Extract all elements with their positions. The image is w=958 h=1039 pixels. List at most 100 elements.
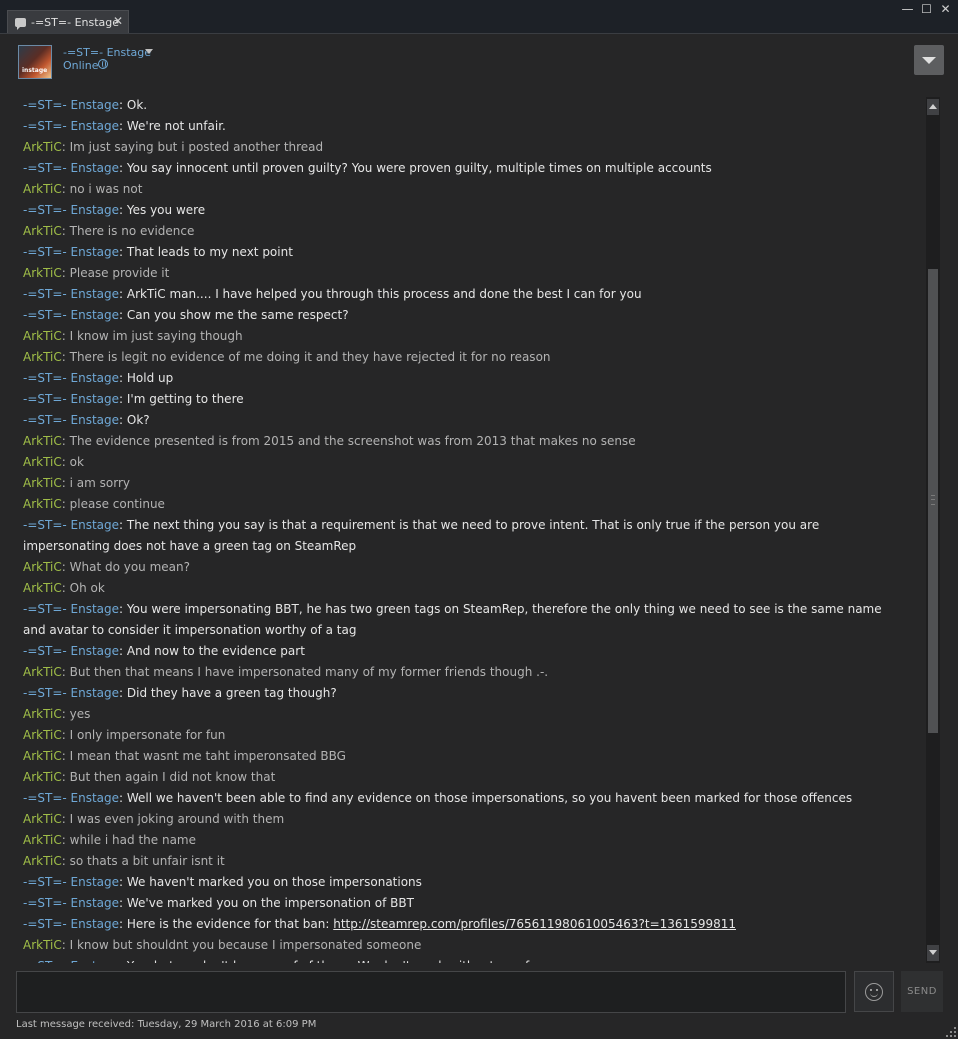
- message-sender[interactable]: ArkTiC: [23, 266, 62, 280]
- message-sender[interactable]: ArkTiC: [23, 182, 62, 196]
- message-link[interactable]: http://steamrep.com/profiles/76561198061…: [333, 917, 736, 931]
- chat-options-menu-button[interactable]: [914, 45, 944, 75]
- sender-separator: :: [61, 749, 70, 763]
- message-text: You say innocent until proven guilty? Yo…: [126, 161, 712, 175]
- message-sender[interactable]: ArkTiC: [23, 350, 62, 364]
- sender-separator: :: [61, 140, 70, 154]
- message-sender[interactable]: ArkTiC: [23, 140, 62, 154]
- chat-message: -=ST=- Enstage: Hold up: [23, 368, 903, 389]
- message-sender[interactable]: -=ST=- Enstage: [23, 371, 119, 385]
- message-text: Here is the evidence for that ban:: [126, 917, 334, 931]
- message-sender[interactable]: -=ST=- Enstage: [23, 392, 119, 406]
- message-sender[interactable]: ArkTiC: [23, 938, 62, 952]
- maximize-button[interactable]: ☐: [920, 3, 933, 16]
- sender-separator: :: [119, 875, 127, 889]
- message-text: What do you mean?: [69, 560, 191, 574]
- message-sender[interactable]: -=ST=- Enstage: [23, 98, 119, 112]
- send-button[interactable]: SEND: [901, 971, 943, 1012]
- scroll-up-icon[interactable]: [927, 99, 939, 115]
- message-sender[interactable]: ArkTiC: [23, 329, 62, 343]
- message-sender[interactable]: ArkTiC: [23, 434, 62, 448]
- message-sender[interactable]: ArkTiC: [23, 749, 62, 763]
- message-sender[interactable]: ArkTiC: [23, 728, 62, 742]
- sender-separator: :: [119, 518, 127, 532]
- message-sender[interactable]: -=ST=- Enstage: [23, 875, 119, 889]
- message-input[interactable]: [16, 971, 846, 1013]
- message-text: yes: [69, 707, 91, 721]
- title-bar: -=ST=- Enstage ✕ — ☐ ✕: [0, 0, 958, 34]
- sender-separator: :: [119, 245, 127, 259]
- message-sender[interactable]: -=ST=- Enstage: [23, 203, 119, 217]
- sender-separator: :: [61, 266, 70, 280]
- chat-message: ArkTiC: Im just saying but i posted anot…: [23, 137, 903, 158]
- message-sender[interactable]: ArkTiC: [23, 707, 62, 721]
- chat-message: ArkTiC: I know im just saying though: [23, 326, 903, 347]
- message-sender[interactable]: -=ST=- Enstage: [23, 602, 119, 616]
- message-sender[interactable]: -=ST=- Enstage: [23, 644, 119, 658]
- message-sender[interactable]: -=ST=- Enstage: [23, 119, 119, 133]
- message-sender[interactable]: ArkTiC: [23, 455, 62, 469]
- message-sender[interactable]: ArkTiC: [23, 854, 62, 868]
- sender-separator: :: [119, 119, 127, 133]
- close-window-button[interactable]: ✕: [939, 3, 952, 16]
- message-text: Yes you were: [126, 203, 206, 217]
- avatar[interactable]: instage: [18, 45, 52, 79]
- chat-message: ArkTiC: I only impersonate for fun: [23, 725, 903, 746]
- friend-name[interactable]: -=ST=- Enstage: [63, 46, 151, 59]
- resize-grip-icon[interactable]: [946, 1027, 956, 1037]
- message-text: There is legit no evidence of me doing i…: [69, 350, 551, 364]
- message-sender[interactable]: -=ST=- Enstage: [23, 791, 119, 805]
- chat-scrollbar[interactable]: [926, 97, 940, 963]
- message-sender[interactable]: -=ST=- Enstage: [23, 308, 119, 322]
- tab-title: -=ST=- Enstage: [31, 15, 120, 29]
- tab-close-icon[interactable]: ✕: [113, 14, 123, 28]
- chat-message: ArkTiC: i am sorry: [23, 473, 903, 494]
- scroll-down-icon[interactable]: [927, 945, 939, 961]
- sender-separator: :: [119, 308, 127, 322]
- chat-message: ArkTiC: Oh ok: [23, 578, 903, 599]
- message-sender[interactable]: ArkTiC: [23, 560, 62, 574]
- message-text: Ok?: [126, 413, 150, 427]
- message-sender[interactable]: -=ST=- Enstage: [23, 413, 119, 427]
- message-sender[interactable]: ArkTiC: [23, 833, 62, 847]
- message-sender[interactable]: -=ST=- Enstage: [23, 917, 119, 931]
- friend-dropdown-icon[interactable]: [145, 49, 153, 54]
- message-text: Can you show me the same respect?: [126, 308, 349, 322]
- emoticon-button[interactable]: [854, 971, 894, 1012]
- chat-message: -=ST=- Enstage: Yes you were: [23, 200, 903, 221]
- chat-log[interactable]: -=ST=- Enstage: Ok. -=ST=- Enstage: We're…: [0, 95, 926, 963]
- message-sender[interactable]: ArkTiC: [23, 812, 62, 826]
- message-sender[interactable]: ArkTiC: [23, 581, 62, 595]
- chat-message: -=ST=- Enstage: ArkTiC man.... I have he…: [23, 284, 903, 305]
- friend-header: instage -=ST=- Enstage Online: [0, 34, 958, 90]
- chat-message: ArkTiC: There is no evidence: [23, 221, 903, 242]
- message-sender[interactable]: -=ST=- Enstage: [23, 287, 119, 301]
- message-sender[interactable]: -=ST=- Enstage: [23, 896, 119, 910]
- message-sender[interactable]: ArkTiC: [23, 224, 62, 238]
- sender-separator: :: [61, 476, 70, 490]
- chat-message: -=ST=- Enstage: We haven't marked you on…: [23, 872, 903, 893]
- message-text: Did they have a green tag though?: [126, 686, 337, 700]
- message-sender[interactable]: ArkTiC: [23, 476, 62, 490]
- sender-separator: :: [61, 665, 70, 679]
- sender-separator: :: [61, 497, 70, 511]
- globe-icon: [98, 59, 108, 69]
- message-text: We've marked you on the impersonation of…: [126, 896, 414, 910]
- message-sender[interactable]: ArkTiC: [23, 497, 62, 511]
- message-sender[interactable]: -=ST=- Enstage: [23, 245, 119, 259]
- chat-tab[interactable]: -=ST=- Enstage ✕: [7, 10, 129, 33]
- message-sender[interactable]: -=ST=- Enstage: [23, 161, 119, 175]
- message-sender[interactable]: ArkTiC: [23, 770, 62, 784]
- message-sender[interactable]: -=ST=- Enstage: [23, 686, 119, 700]
- scrollbar-thumb[interactable]: [928, 269, 938, 733]
- minimize-button[interactable]: —: [901, 3, 914, 16]
- message-sender[interactable]: -=ST=- Enstage: [23, 518, 119, 532]
- message-sender[interactable]: ArkTiC: [23, 665, 62, 679]
- chat-message: -=ST=- Enstage: Yes, but we don't have p…: [23, 956, 903, 963]
- chat-message: -=ST=- Enstage: Can you show me the same…: [23, 305, 903, 326]
- message-sender[interactable]: -=ST=- Enstage: [23, 959, 119, 963]
- message-text: ArkTiC man.... I have helped you through…: [126, 287, 642, 301]
- sender-separator: :: [61, 350, 70, 364]
- sender-separator: :: [61, 560, 70, 574]
- message-text: Oh ok: [69, 581, 105, 595]
